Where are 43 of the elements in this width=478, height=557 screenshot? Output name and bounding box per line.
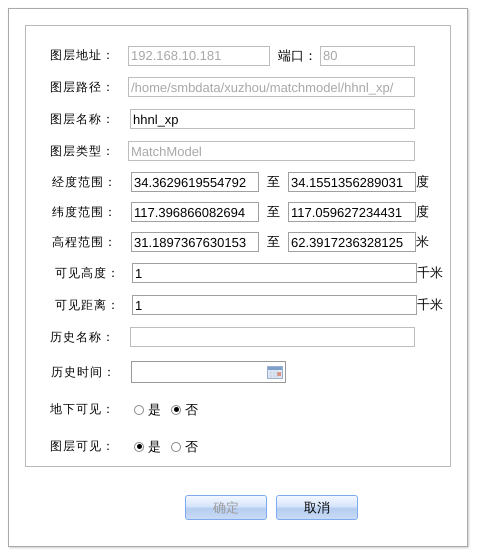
radio-label[interactable]: 否 bbox=[185, 400, 198, 418]
unit-label: 度 bbox=[416, 204, 429, 221]
radio-label[interactable]: 是 bbox=[148, 400, 161, 418]
field-label: 端口： bbox=[278, 48, 318, 64]
range-separator: 至 bbox=[266, 174, 281, 191]
radio-button[interactable] bbox=[134, 442, 144, 452]
date-field[interactable] bbox=[131, 361, 286, 383]
field-label: 图层可见： bbox=[50, 438, 116, 455]
input-field[interactable]: 62.3917236328125 bbox=[288, 232, 416, 252]
field-label: 图层类型： bbox=[50, 142, 116, 160]
field-label: 地下可见： bbox=[50, 401, 116, 418]
field-label: 可见距离： bbox=[55, 296, 121, 314]
input-field[interactable]: 34.1551356289031 bbox=[288, 172, 416, 192]
unit-label: 度 bbox=[416, 174, 429, 191]
radio-button[interactable] bbox=[171, 404, 181, 414]
field-label: 历史时间： bbox=[51, 364, 117, 380]
radio-label[interactable]: 否 bbox=[185, 438, 198, 456]
range-separator: 至 bbox=[266, 204, 281, 221]
radio-button[interactable] bbox=[134, 404, 144, 414]
field-label: 图层路径： bbox=[50, 78, 116, 96]
radio-button[interactable] bbox=[171, 442, 181, 452]
dialog-button[interactable]: 取消 bbox=[276, 495, 358, 520]
field-label: 历史名称： bbox=[50, 328, 116, 346]
calendar-icon[interactable] bbox=[267, 366, 283, 378]
input-field[interactable] bbox=[130, 327, 415, 347]
unit-label: 米 bbox=[416, 234, 429, 251]
field-label: 可见高度： bbox=[55, 264, 121, 282]
radio-label[interactable]: 是 bbox=[148, 438, 161, 456]
field-label: 图层名称： bbox=[50, 110, 116, 128]
range-separator: 至 bbox=[266, 234, 281, 251]
field-label: 高程范围： bbox=[52, 234, 118, 250]
input-field[interactable]: 117.059627234431 bbox=[288, 202, 416, 222]
input-field[interactable]: hhnl_xp bbox=[130, 109, 415, 129]
unit-label: 千米 bbox=[417, 297, 443, 314]
input-field[interactable]: 1 bbox=[132, 295, 417, 315]
input-field[interactable]: 1 bbox=[132, 263, 417, 283]
field-label: 纬度范围： bbox=[52, 204, 118, 220]
input-field[interactable]: 34.3629619554792 bbox=[131, 172, 259, 192]
field-label: 图层地址： bbox=[50, 47, 116, 64]
input-field[interactable]: 31.1897367630153 bbox=[131, 232, 259, 252]
field-label: 经度范围： bbox=[52, 174, 118, 190]
input-field[interactable]: 117.396866082694 bbox=[131, 202, 259, 222]
unit-label: 千米 bbox=[417, 265, 443, 282]
